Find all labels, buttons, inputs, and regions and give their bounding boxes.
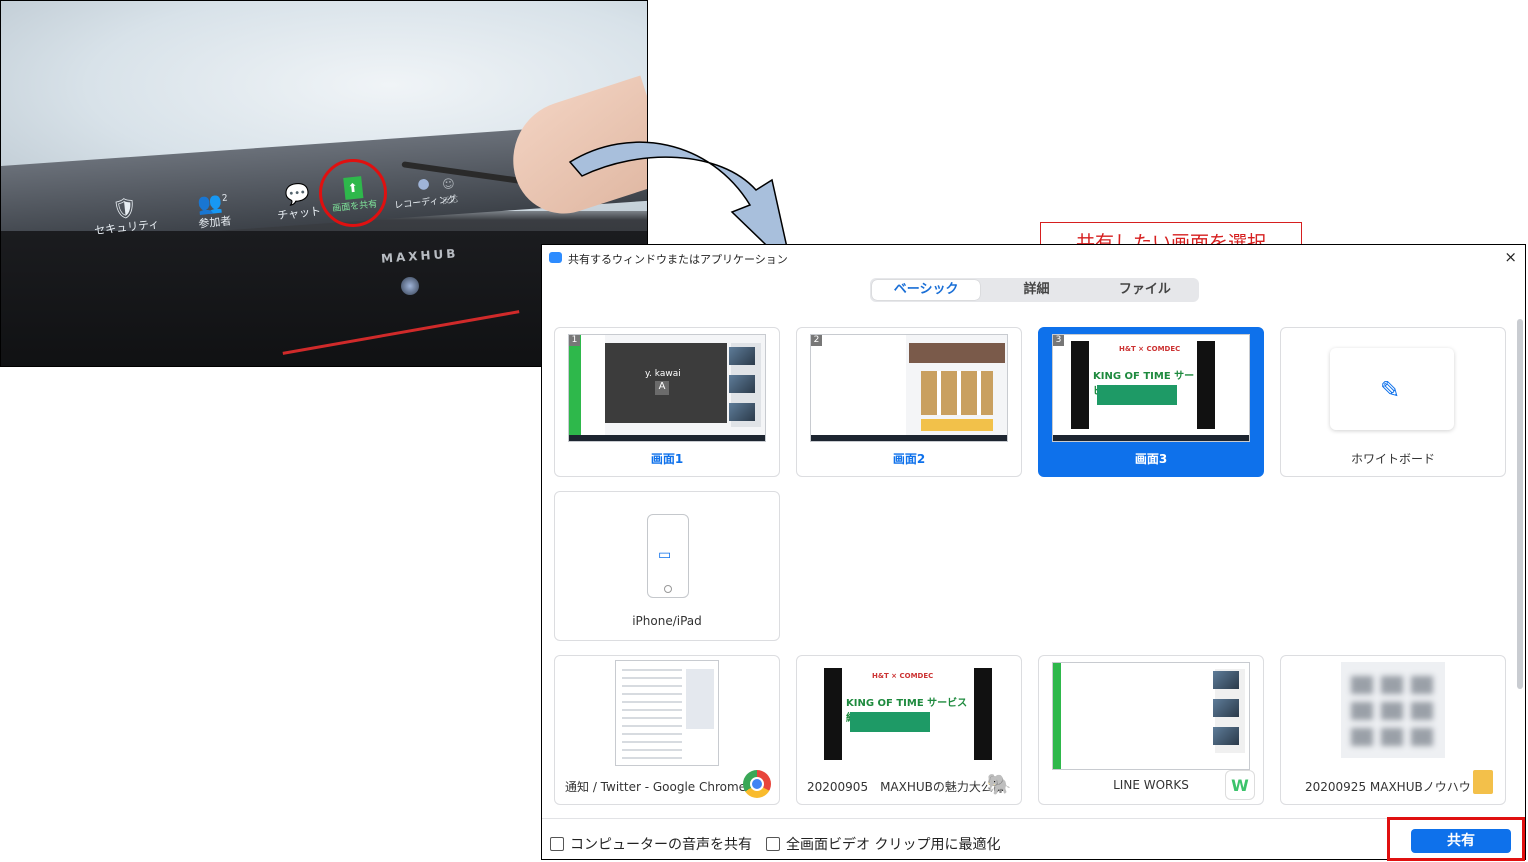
whiteboard-label: ホワイトボード (1350, 452, 1435, 466)
reaction-icon: ☺ (441, 176, 456, 192)
share-dialog: 共有するウィンドウまたはアプリケーション × ベーシック 詳細 ファイル y. … (541, 244, 1526, 861)
highlight-circle (319, 159, 387, 227)
evernote-thumbnail: H&T × COMDEC KING OF TIME サービス紹介 (810, 662, 1008, 770)
scrollbar[interactable] (1517, 319, 1523, 689)
whiteboard-tile: ✎ (1330, 348, 1454, 430)
dialog-titlebar: 共有するウィンドウまたはアプリケーション × (542, 245, 1525, 271)
iphone-ipad-label: iPhone/iPad (632, 614, 702, 628)
participants-icon: 👥2 (196, 189, 229, 217)
tab-files[interactable]: ファイル (1091, 278, 1199, 302)
folder-thumbnail (1341, 662, 1445, 758)
screen-3-label: 画面3 (1134, 452, 1168, 466)
folder-label: 20200925 MAXHUBノウハウ (1305, 780, 1471, 794)
chrome-label: 通知 / Twitter - Google Chrome (565, 780, 747, 794)
share-audio-checkbox[interactable]: コンピューターの音声を共有 (550, 834, 752, 854)
power-button-icon (401, 277, 419, 295)
lineworks-thumbnail (1052, 662, 1250, 770)
evernote-icon: 🐘 (986, 772, 1012, 796)
optimize-video-checkbox[interactable]: 全画面ビデオ クリップ用に最適化 (766, 834, 1000, 854)
dialog-footer: コンピューターの音声を共有 全画面ビデオ クリップ用に最適化 共有 (542, 817, 1525, 861)
app-option-folder[interactable]: 20200925 MAXHUBノウハウ (1280, 655, 1506, 805)
share-button[interactable]: 共有 (1411, 829, 1511, 853)
chrome-thumbnail (615, 660, 719, 766)
screen-3-thumbnail: H&T × COMDEC KING OF TIME サービス紹介 3 (1052, 334, 1250, 442)
screen-1-thumbnail: y. kawai A 1 (568, 334, 766, 442)
phone-icon: ▭ (647, 514, 689, 598)
checkbox-unchecked-icon (550, 837, 564, 851)
checkbox-unchecked-icon (766, 837, 780, 851)
pen-icon: ✎ (1380, 376, 1401, 404)
close-icon[interactable]: × (1504, 248, 1517, 266)
chrome-icon (743, 770, 771, 798)
whiteboard-option[interactable]: ✎ ホワイトボード (1280, 327, 1506, 477)
app-option-chrome[interactable]: 通知 / Twitter - Google Chrome (554, 655, 780, 805)
folder-icon (1473, 770, 1493, 794)
toolbar-security: 🛡 セキュリティ (91, 194, 160, 239)
screen-option-2[interactable]: 2 画面2 (796, 327, 1022, 477)
toolbar-reaction: ☺ 反応 (439, 172, 458, 206)
tab-advanced[interactable]: 詳細 (982, 278, 1090, 302)
screen-2-label: 画面2 (892, 452, 926, 466)
evernote-label: 20200905 MAXHUBの魅力大公... (807, 780, 1005, 794)
iphone-ipad-option[interactable]: ▭ iPhone/iPad (554, 491, 780, 641)
toolbar-chat: 💬 チャット (274, 181, 322, 223)
toolbar-participants: 👥2 参加者 (195, 187, 232, 231)
screen-option-1[interactable]: y. kawai A 1 画面1 (554, 327, 780, 477)
dialog-title: 共有するウィンドウまたはアプリケーション (568, 253, 788, 266)
chat-icon: 💬 (283, 180, 311, 208)
app-option-lineworks[interactable]: LINE WORKS W (1038, 655, 1264, 805)
app-option-evernote[interactable]: H&T × COMDEC KING OF TIME サービス紹介 2020090… (796, 655, 1022, 805)
airplay-icon: ▭ (658, 547, 672, 563)
screen-1-label: 画面1 (650, 452, 684, 466)
lineworks-icon: W (1225, 770, 1255, 800)
tab-basic[interactable]: ベーシック (872, 280, 981, 300)
share-tabs: ベーシック 詳細 ファイル (870, 278, 1199, 302)
screen-2-thumbnail: 2 (810, 334, 1008, 442)
screen-option-3[interactable]: H&T × COMDEC KING OF TIME サービス紹介 3 画面3 (1038, 327, 1264, 477)
zoom-app-icon (549, 252, 562, 263)
